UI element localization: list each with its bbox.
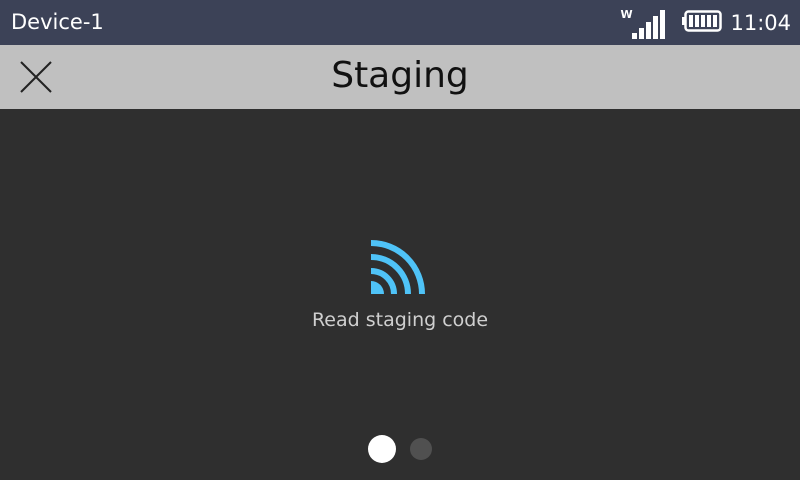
staging-screen: Device-1 W 11:04 Staging Read staging co… [0, 0, 800, 480]
title-bar: Staging [0, 45, 800, 109]
nfc-waves-icon [369, 234, 431, 296]
signal-bars-icon: W [620, 5, 668, 41]
main-content: Read staging code [0, 109, 800, 480]
instruction-message: Read staging code [311, 309, 489, 331]
page-dot-inactive[interactable] [410, 438, 432, 460]
clock: 11:04 [730, 10, 791, 35]
status-indicators: W 11:04 [620, 0, 791, 45]
status-bar: Device-1 W 11:04 [0, 0, 800, 45]
page-indicator [0, 435, 800, 463]
device-name: Device-1 [11, 10, 104, 34]
page-title: Staging [331, 55, 469, 96]
battery-full-icon [682, 9, 723, 36]
page-dot-active[interactable] [368, 435, 396, 463]
